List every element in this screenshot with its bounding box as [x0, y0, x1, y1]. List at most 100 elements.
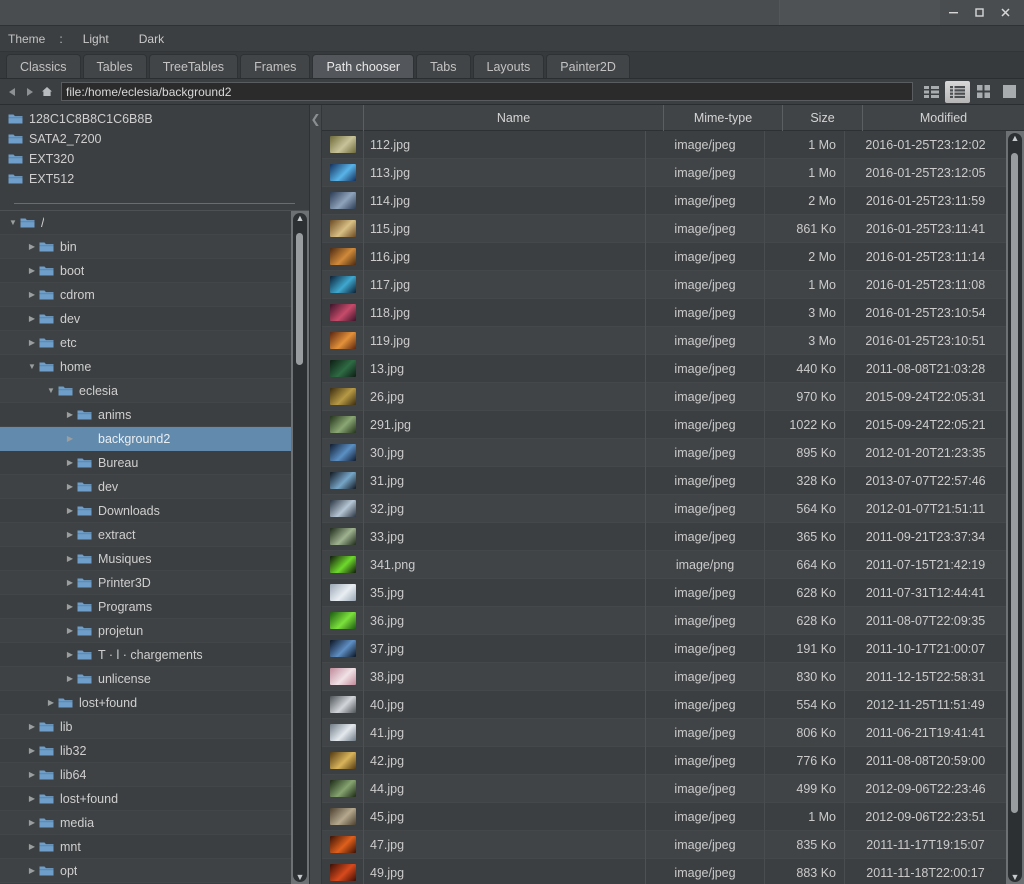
chevron-right-icon[interactable]: ▶ [63, 482, 77, 491]
table-row[interactable]: 41.jpg image/jpeg 806 Ko 2011-06-21T19:41:4… [322, 718, 1006, 747]
tree-node-projetun[interactable]: ▶ projetun [0, 619, 291, 643]
tab-tables[interactable]: Tables [82, 54, 147, 78]
close-icon[interactable] [992, 0, 1018, 26]
table-row[interactable]: 117.jpg image/jpeg 1 Mo 2016-01-25T23:11:08 [322, 270, 1006, 299]
chevron-left-icon[interactable]: ❮ [310, 105, 322, 884]
tree-node-t-l-chargements[interactable]: ▶ T · l · chargements [0, 643, 291, 667]
title-bar-drag-region[interactable] [0, 0, 780, 25]
tree-node-bureau[interactable]: ▶ Bureau [0, 451, 291, 475]
chevron-right-icon[interactable]: ▶ [25, 818, 39, 827]
tree-node-extract[interactable]: ▶ extract [0, 523, 291, 547]
table-row[interactable]: 118.jpg image/jpeg 3 Mo 2016-01-25T23:10:54 [322, 298, 1006, 327]
tab-frames[interactable]: Frames [240, 54, 311, 78]
table-row[interactable]: 115.jpg image/jpeg 861 Ko 2016-01-25T23:11:… [322, 214, 1006, 243]
chevron-down-icon[interactable]: ▼ [6, 218, 20, 227]
chevron-down-icon[interactable]: ▼ [44, 386, 58, 395]
chevron-right-icon[interactable]: ▶ [25, 746, 39, 755]
tree-node-cdrom[interactable]: ▶ cdrom [0, 283, 291, 307]
table-row[interactable]: 42.jpg image/jpeg 776 Ko 2011-08-08T20:59:0… [322, 746, 1006, 775]
table-row[interactable]: 31.jpg image/jpeg 328 Ko 2013-07-07T22:57:4… [322, 466, 1006, 495]
table-row[interactable]: 341.png image/png 664 Ko 2011-07-15T21:42:1… [322, 550, 1006, 579]
tree-node-dev[interactable]: ▶ dev [0, 475, 291, 499]
tree-node-lib32[interactable]: ▶ lib32 [0, 739, 291, 763]
file-list-scroll-up-icon[interactable]: ▲ [1006, 133, 1024, 143]
chevron-right-icon[interactable]: ▶ [63, 458, 77, 467]
tree-node-background2[interactable]: ▶ background2 [0, 427, 291, 451]
shortcut-item[interactable]: EXT512 [4, 169, 309, 189]
tree-node-downloads[interactable]: ▶ Downloads [0, 499, 291, 523]
tree-node-anims[interactable]: ▶ anims [0, 403, 291, 427]
chevron-right-icon[interactable]: ▶ [44, 698, 58, 707]
chevron-right-icon[interactable]: ▶ [63, 410, 77, 419]
tree-node--[interactable]: ▼ / [0, 211, 291, 235]
column-header-thumbnail[interactable] [322, 105, 364, 131]
chevron-down-icon[interactable]: ▼ [25, 362, 39, 371]
chevron-right-icon[interactable]: ▶ [25, 770, 39, 779]
table-row[interactable]: 40.jpg image/jpeg 554 Ko 2012-11-25T11:51:4… [322, 690, 1006, 719]
chevron-right-icon[interactable]: ▶ [63, 554, 77, 563]
tab-path-chooser[interactable]: Path chooser [312, 54, 415, 78]
tree-node-lib64[interactable]: ▶ lib64 [0, 763, 291, 787]
table-row[interactable]: 112.jpg image/jpeg 1 Mo 2016-01-25T23:12:02 [322, 131, 1006, 159]
forward-arrow-icon[interactable] [21, 82, 38, 102]
column-header-modified[interactable]: Modified [863, 105, 1024, 131]
chevron-right-icon[interactable]: ▶ [63, 626, 77, 635]
tab-classics[interactable]: Classics [6, 54, 81, 78]
title-bar-drag-region-right[interactable] [780, 0, 940, 25]
tree-node-musiques[interactable]: ▶ Musiques [0, 547, 291, 571]
path-input[interactable]: file:/home/eclesia/background2 [61, 82, 913, 101]
shortcut-item[interactable]: SATA2_7200 [4, 129, 309, 149]
chevron-right-icon[interactable]: ▶ [63, 434, 77, 443]
shortcut-item[interactable]: EXT320 [4, 149, 309, 169]
tree-node-eclesia[interactable]: ▼ eclesia [0, 379, 291, 403]
tree-node-boot[interactable]: ▶ boot [0, 259, 291, 283]
tree-node-programs[interactable]: ▶ Programs [0, 595, 291, 619]
tree-node-unlicense[interactable]: ▶ unlicense [0, 667, 291, 691]
shortcut-item[interactable]: 128C1C8B8C1C6B8B [4, 109, 309, 129]
file-list-scrollbar-thumb[interactable] [1011, 153, 1018, 813]
tab-layouts[interactable]: Layouts [472, 54, 545, 78]
large-icon-view-button[interactable] [997, 80, 1022, 103]
back-arrow-icon[interactable] [4, 82, 21, 102]
chevron-right-icon[interactable]: ▶ [63, 530, 77, 539]
table-row[interactable]: 45.jpg image/jpeg 1 Mo 2012-09-06T22:23:51 [322, 802, 1006, 831]
home-icon[interactable] [38, 82, 55, 102]
tree-node-printer3d[interactable]: ▶ Printer3D [0, 571, 291, 595]
tab-treetables[interactable]: TreeTables [148, 54, 239, 78]
minimize-icon[interactable] [940, 0, 966, 26]
chevron-right-icon[interactable]: ▶ [25, 314, 39, 323]
theme-option-dark[interactable]: Dark [139, 32, 164, 46]
tree-node-dev[interactable]: ▶ dev [0, 307, 291, 331]
chevron-right-icon[interactable]: ▶ [25, 338, 39, 347]
table-row[interactable]: 291.jpg image/jpeg 1022 Ko 2015-09-24T22:05… [322, 410, 1006, 439]
column-header-mime-type[interactable]: Mime-type [664, 105, 783, 131]
tree-node-lib[interactable]: ▶ lib [0, 715, 291, 739]
chevron-right-icon[interactable]: ▶ [25, 242, 39, 251]
table-row[interactable]: 36.jpg image/jpeg 628 Ko 2011-08-07T22:09:3… [322, 606, 1006, 635]
tree-node-opt[interactable]: ▶ opt [0, 859, 291, 883]
column-header-size[interactable]: Size [783, 105, 863, 131]
tree-node-media[interactable]: ▶ media [0, 811, 291, 835]
table-row[interactable]: 116.jpg image/jpeg 2 Mo 2016-01-25T23:11:14 [322, 242, 1006, 271]
tree-node-mnt[interactable]: ▶ mnt [0, 835, 291, 859]
list-view-button[interactable] [945, 80, 970, 103]
column-header-name[interactable]: Name [364, 105, 664, 131]
chevron-right-icon[interactable]: ▶ [25, 266, 39, 275]
table-row[interactable]: 47.jpg image/jpeg 835 Ko 2011-11-17T19:15:0… [322, 830, 1006, 859]
chevron-right-icon[interactable]: ▶ [63, 674, 77, 683]
tree-scrollbar-thumb[interactable] [296, 233, 303, 365]
table-row[interactable]: 30.jpg image/jpeg 895 Ko 2012-01-20T21:23:3… [322, 438, 1006, 467]
table-row[interactable]: 38.jpg image/jpeg 830 Ko 2011-12-15T22:58:3… [322, 662, 1006, 691]
tree-node-home[interactable]: ▼ home [0, 355, 291, 379]
table-row[interactable]: 13.jpg image/jpeg 440 Ko 2011-08-08T21:03:2… [322, 354, 1006, 383]
chevron-right-icon[interactable]: ▶ [25, 842, 39, 851]
tab-tabs[interactable]: Tabs [416, 54, 471, 78]
tree-scroll-up-icon[interactable]: ▲ [291, 213, 309, 223]
chevron-right-icon[interactable]: ▶ [25, 290, 39, 299]
tree-vertical-scrollbar[interactable]: ▲ ▼ [291, 211, 309, 884]
tree-node-lost+found[interactable]: ▶ lost+found [0, 787, 291, 811]
table-row[interactable]: 32.jpg image/jpeg 564 Ko 2012-01-07T21:51:1… [322, 494, 1006, 523]
table-row[interactable]: 49.jpg image/jpeg 883 Ko 2011-11-18T22:00:1… [322, 858, 1006, 884]
table-row[interactable]: 26.jpg image/jpeg 970 Ko 2015-09-24T22:05:3… [322, 382, 1006, 411]
tree-node-bin[interactable]: ▶ bin [0, 235, 291, 259]
